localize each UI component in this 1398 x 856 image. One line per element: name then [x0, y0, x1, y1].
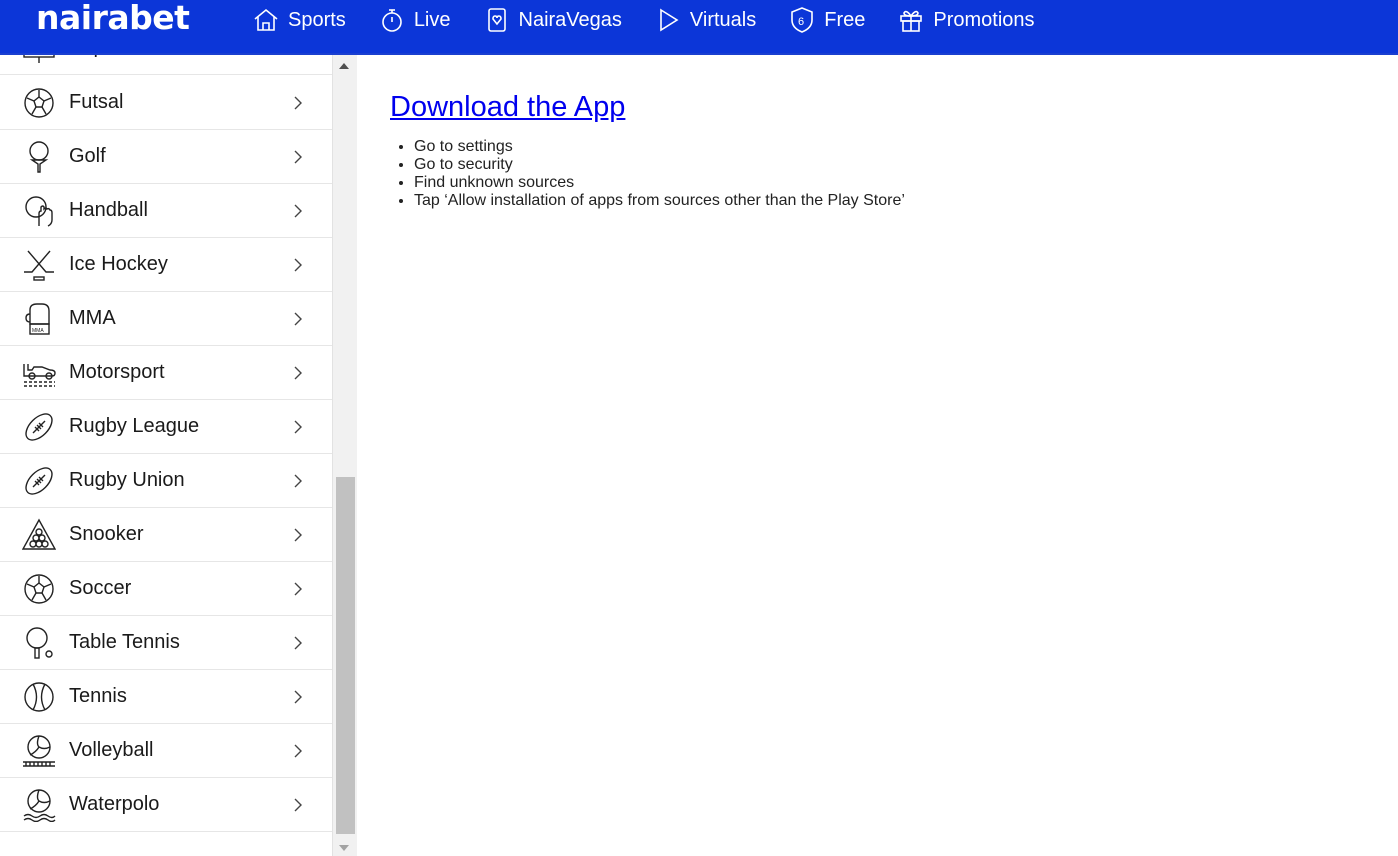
nav-free-label: Free	[824, 8, 866, 31]
sidebar-item-label: Futsal	[69, 91, 124, 113]
sidebar-item-label: Rugby Union	[69, 469, 185, 491]
shield-6-icon: 6	[791, 7, 814, 33]
chevron-right-icon	[294, 150, 302, 164]
stopwatch-icon	[382, 9, 402, 32]
play-icon	[660, 8, 679, 32]
waterpolo-icon	[21, 787, 57, 823]
chevron-right-icon	[294, 582, 302, 596]
chevron-right-icon	[294, 204, 302, 218]
soccer-ball-icon	[21, 571, 57, 607]
rugby-ball-icon	[21, 409, 57, 445]
list-item: Find unknown sources	[414, 174, 905, 192]
nav-virtuals[interactable]: Virtuals	[654, 0, 756, 40]
sidebar-item-handball[interactable]: Handball	[0, 184, 332, 238]
gift-icon	[900, 10, 923, 32]
list-item: Go to security	[414, 156, 905, 174]
sidebar-item-label: Motorsport	[69, 361, 165, 383]
main-content: Download the App Go to settings Go to se…	[358, 55, 1398, 856]
sidebar-item-volleyball[interactable]: Volleyball	[0, 724, 332, 778]
sidebar-item-motorsport[interactable]: Motorsport	[0, 346, 332, 400]
sidebar-item-label: Waterpolo	[69, 793, 160, 815]
chevron-right-icon	[294, 474, 302, 488]
rugby-ball-icon	[21, 463, 57, 499]
sidebar-item-waterpolo[interactable]: Waterpolo	[0, 778, 332, 832]
boxing-glove-icon: MMA	[21, 301, 57, 337]
sidebar-item-label: MMA	[69, 307, 116, 329]
svg-text:6: 6	[798, 16, 804, 28]
soccer-ball-icon	[21, 85, 57, 121]
nav-sports[interactable]: Sports	[252, 0, 346, 40]
sidebar-item-label: Table Tennis	[69, 631, 180, 653]
chevron-right-icon	[294, 96, 302, 110]
nav-promotions-label: Promotions	[933, 8, 1035, 31]
nav-free[interactable]: 6 Free	[788, 0, 865, 40]
nairabet-logo[interactable]: nairabet	[36, 0, 190, 40]
sports-list: Futsal Golf Handball Ice Hockey MMA MMA …	[0, 76, 332, 832]
hockey-sticks-icon	[21, 247, 57, 283]
nav-virtuals-label: Virtuals	[689, 8, 757, 31]
nav-live-label: Live	[413, 8, 451, 31]
race-car-icon	[21, 355, 57, 391]
handball-icon	[21, 193, 57, 229]
scroll-up-arrow-icon[interactable]	[339, 63, 349, 69]
sidebar-item-label: Ice Hockey	[69, 253, 168, 275]
nav-sports-label: Sports	[288, 8, 346, 31]
snooker-triangle-icon	[21, 517, 57, 553]
sidebar-item-golf[interactable]: Golf	[0, 130, 332, 184]
monitor-icon	[21, 55, 57, 66]
chevron-right-icon	[294, 636, 302, 650]
sidebar-item-label: Rugby League	[69, 415, 200, 437]
sidebar-item-mma[interactable]: MMA MMA	[0, 292, 332, 346]
golf-tee-icon	[21, 139, 57, 175]
top-navigation-bar: nairabet Sports Live NairaVegas Virtuals…	[0, 0, 1398, 55]
chevron-right-icon	[294, 312, 302, 326]
chevron-right-icon	[294, 420, 302, 434]
table-tennis-icon	[21, 625, 57, 661]
sidebar-item-label: Golf	[69, 145, 106, 167]
download-app-link[interactable]: Download the App	[390, 91, 625, 124]
chevron-right-icon	[294, 690, 302, 704]
list-item: Tap ‘Allow installation of apps from sou…	[414, 192, 905, 210]
sidebar-item-futsal[interactable]: Futsal	[0, 76, 332, 130]
nav-nairavegas-label: NairaVegas	[518, 8, 622, 31]
nav-live[interactable]: Live	[378, 0, 451, 40]
nav-nairavegas[interactable]: NairaVegas	[483, 0, 622, 40]
card-icon	[487, 8, 506, 32]
scrollbar-thumb[interactable]	[336, 477, 355, 834]
install-steps-list: Go to settings Go to security Find unkno…	[414, 138, 905, 210]
chevron-right-icon	[294, 258, 302, 272]
scroll-down-arrow-icon[interactable]	[339, 845, 349, 851]
svg-text:MMA: MMA	[32, 328, 44, 334]
sidebar-item-label: Soccer	[69, 577, 132, 599]
sidebar-item-label: Volleyball	[69, 739, 154, 761]
sidebar-item-tennis[interactable]: Tennis	[0, 670, 332, 724]
chevron-right-icon	[294, 744, 302, 758]
sidebar-item-label: eSports	[69, 55, 138, 59]
chevron-right-icon	[294, 366, 302, 380]
sidebar-item-ice-hockey[interactable]: Ice Hockey	[0, 238, 332, 292]
sidebar-item-rugby-league[interactable]: Rugby League	[0, 400, 332, 454]
volleyball-icon	[21, 733, 57, 769]
main-nav: Sports Live NairaVegas Virtuals 6 Free P…	[252, 0, 1067, 40]
sidebar-item-label: Tennis	[69, 685, 127, 707]
sports-sidebar: eSports Futsal Golf Handball Ice Hockey …	[0, 55, 332, 856]
sidebar-item-table-tennis[interactable]: Table Tennis	[0, 616, 332, 670]
nav-promotions[interactable]: Promotions	[897, 0, 1035, 40]
list-item: Go to settings	[414, 138, 905, 156]
sidebar-item-soccer[interactable]: Soccer	[0, 562, 332, 616]
sidebar-item-esports[interactable]: eSports	[0, 55, 332, 75]
sidebar-item-snooker[interactable]: Snooker	[0, 508, 332, 562]
sidebar-item-rugby-union[interactable]: Rugby Union	[0, 454, 332, 508]
sidebar-item-label: Snooker	[69, 523, 144, 545]
sidebar-item-label: Handball	[69, 199, 148, 221]
chevron-right-icon	[294, 528, 302, 542]
chevron-right-icon	[294, 798, 302, 812]
tennis-ball-icon	[21, 679, 57, 715]
sidebar-scrollbar[interactable]	[332, 55, 357, 856]
home-icon	[254, 8, 278, 31]
